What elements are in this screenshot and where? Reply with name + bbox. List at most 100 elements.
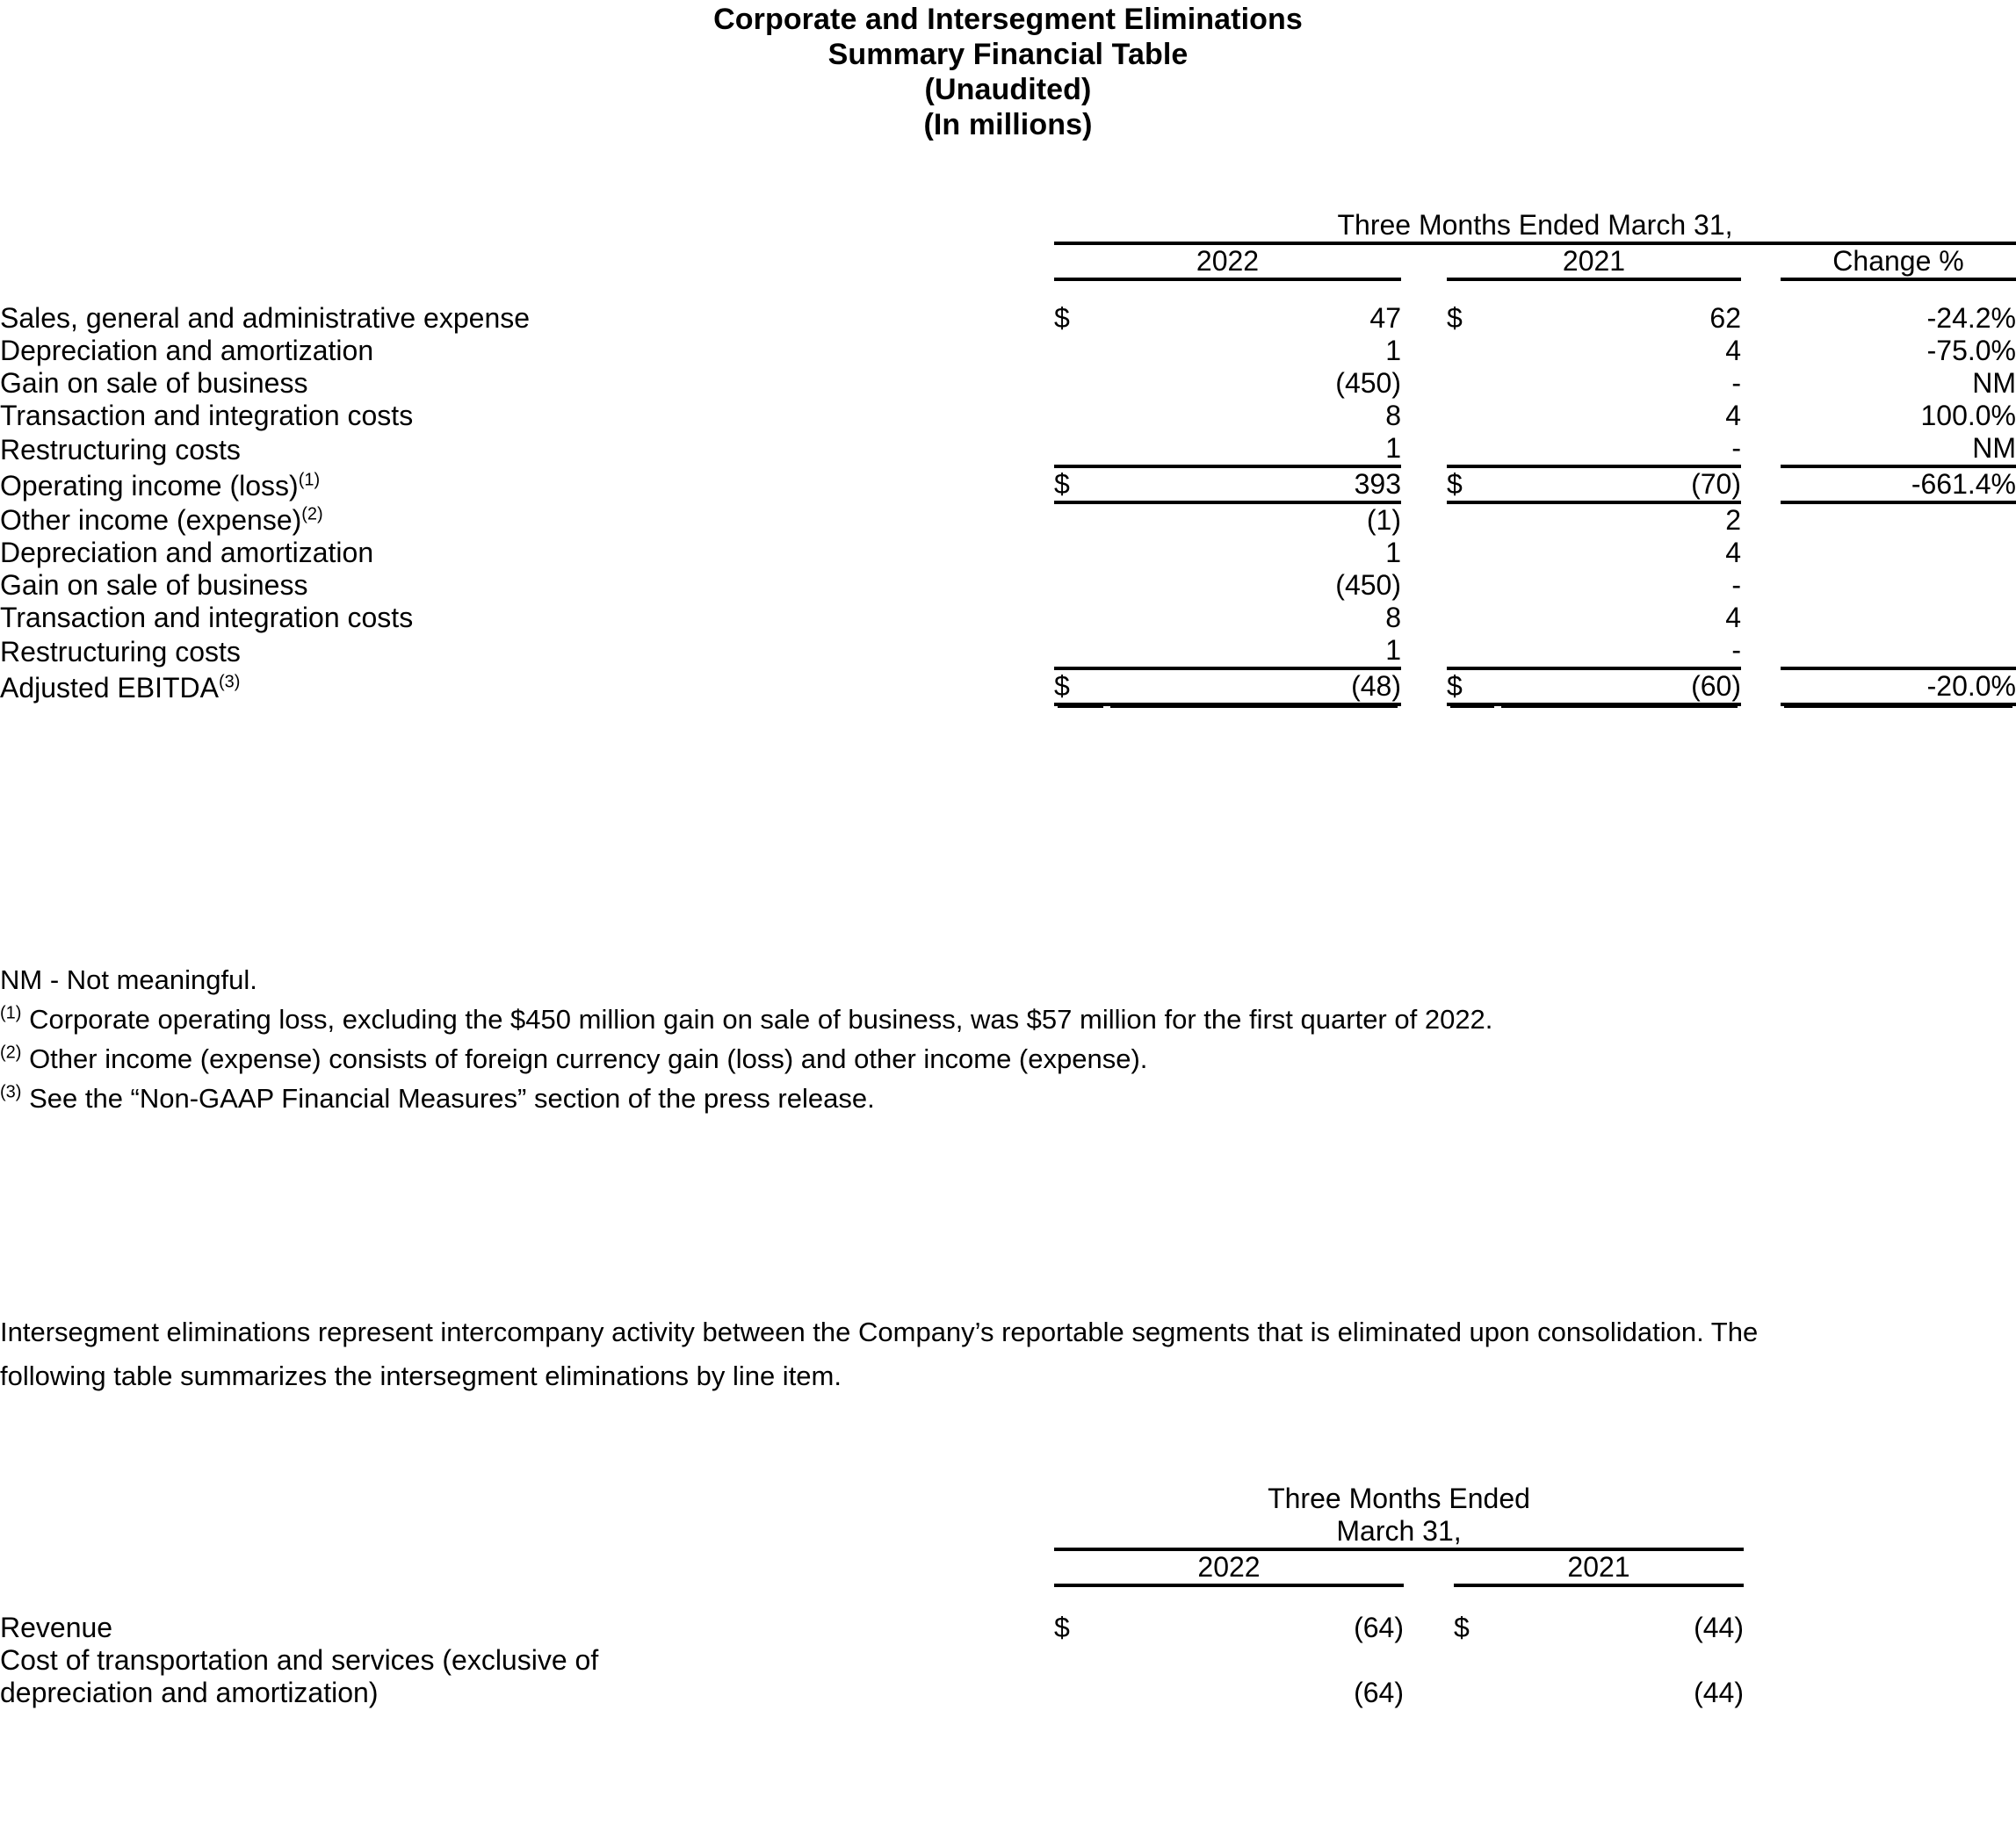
row-value-2022: 1: [1107, 432, 1401, 468]
footnote-2: (2) Other income (expense) consists of f…: [0, 1039, 1976, 1079]
row-value-2021: 4: [1725, 335, 1741, 366]
t2-row-value-2021-blank: [1505, 1644, 1744, 1677]
t2-row-value-2022: (64): [1354, 1612, 1404, 1643]
row-change: [1781, 569, 2016, 602]
row-label-restructuring: Restructuring costs: [0, 434, 241, 466]
table-header-year-row: 2022 2021 Change %: [0, 242, 2016, 281]
row-value-2021: 4: [1725, 537, 1741, 568]
footnote-2-text: Other income (expense) consists of forei…: [21, 1043, 1148, 1074]
total-currency-2022: $: [1054, 668, 1107, 706]
t2-row-currency-2022: $: [1054, 1612, 1070, 1643]
spacer-cell: [0, 279, 2016, 302]
table-row: Depreciation and amortization 1 4 -75.0%: [0, 335, 2016, 367]
row-gap-b: [1741, 367, 1781, 400]
header-col-2022: 2022: [1054, 242, 1401, 281]
row-gap-b: [1741, 537, 1781, 569]
footnote-marker-1: (1): [298, 470, 321, 490]
row-gap-a: [1401, 432, 1447, 466]
t2-row-currency-2022-blank: [1054, 1644, 1107, 1677]
t2-row-value-2021: (44): [1694, 1612, 1744, 1643]
row-value-2022: 1: [1385, 537, 1401, 568]
row-change: -24.2%: [1926, 302, 2016, 334]
row-value-2022: (1): [1366, 504, 1401, 536]
row-label-gain-on-sale: Gain on sale of business: [0, 367, 308, 399]
row-currency-2022: [1054, 537, 1107, 569]
row-gap-a: [1401, 569, 1447, 602]
row-value-2022: 8: [1385, 400, 1401, 431]
title-line-2: Summary Financial Table: [827, 38, 1189, 71]
subtotal-value-2022: 393: [1107, 466, 1401, 504]
row-label-operating-income: Operating income (loss)(1): [0, 466, 1054, 502]
t2-spacer-cell: [0, 1585, 2016, 1612]
row-change: [1781, 634, 2016, 670]
t2-row-tail-2: [1744, 1644, 2016, 1677]
t2-header-gap: [1404, 1548, 1454, 1585]
row-change: [1781, 602, 2016, 634]
document-page: Corporate and Intersegment Eliminations …: [0, 0, 2016, 1826]
footnote-marker-2: (2): [301, 504, 323, 524]
t2-header-tail-3: [1744, 1549, 2016, 1585]
row-currency-2022: [1054, 634, 1107, 670]
header-gap-a: [1401, 242, 1447, 279]
table-row: Gain on sale of business (450) -: [0, 569, 2016, 602]
row-change: [1781, 502, 2016, 537]
row-currency-2021: [1447, 502, 1498, 537]
row-gap-a: [1401, 367, 1447, 400]
row-change: 100.0%: [1920, 400, 2016, 431]
row-gap-b: [1741, 569, 1781, 602]
table-row: Other income (expense)(2) (1) 2: [0, 502, 2016, 537]
row-gap-a: [1401, 502, 1447, 537]
row-change: NM: [1972, 367, 2016, 399]
document-title-block: Corporate and Intersegment Eliminations …: [0, 0, 2016, 142]
footnote-1: (1) Corporate operating loss, excluding …: [0, 1000, 1976, 1039]
table-row: Sales, general and administrative expens…: [0, 302, 2016, 335]
row-value-2021: -: [1498, 634, 1741, 670]
header-period-label: Three Months Ended March 31,: [1337, 209, 1733, 241]
table-row: Restructuring costs 1 - NM: [0, 432, 2016, 468]
t2-row-gap: [1404, 1612, 1454, 1644]
t2-header-period-line1: Three Months Ended: [1268, 1483, 1530, 1514]
subtotal-gap-a: [1401, 466, 1447, 502]
row-currency-2022: [1054, 367, 1107, 400]
row-value-2022: 1: [1107, 634, 1401, 670]
t2-header-spacer-2: [0, 1515, 1054, 1549]
row-value-2022: (450): [1335, 569, 1401, 601]
row-gap-a: [1401, 302, 1447, 335]
footnote-3: (3) See the “Non-GAAP Financial Measures…: [0, 1079, 1976, 1118]
t2-row-currency-2021-b: [1454, 1677, 1505, 1709]
header-bottom-spacer-row: [0, 279, 2016, 302]
t2-header-col-2022: 2022: [1054, 1548, 1404, 1587]
row-value-2022: 1: [1385, 335, 1401, 366]
row-gap-b: [1741, 602, 1781, 634]
row-label-adjusted-ebitda: Adjusted EBITDA(3): [0, 668, 1054, 704]
t2-header-year-row: 2022 2021: [0, 1548, 2016, 1587]
row-label-restructuring-2: Restructuring costs: [0, 636, 241, 668]
row-currency-2022: [1054, 432, 1107, 468]
table-row: Transaction and integration costs 8 4: [0, 602, 2016, 634]
row-value-2021: -: [1731, 367, 1741, 399]
row-gap-b: [1741, 302, 1781, 335]
t2-header-period-line2: March 31,: [1336, 1515, 1462, 1547]
t2-header-col-2021: 2021: [1454, 1548, 1744, 1587]
t2-row-gap-2: [1404, 1644, 1454, 1677]
total-gap-a: [1401, 668, 1447, 704]
t2-header-span-row-1: Three Months Ended: [0, 1483, 2016, 1515]
row-label-sga: Sales, general and administrative expens…: [0, 302, 531, 334]
t2-header-tail-2: [1744, 1515, 2016, 1549]
title-line-3: (Unaudited): [924, 73, 1092, 106]
row-currency-2022: [1054, 569, 1107, 602]
table-row: depreciation and amortization) (64) (44): [0, 1677, 2016, 1709]
table-subtotal-row: Operating income (loss)(1) $ 393 $ (70) …: [0, 466, 2016, 504]
t2-row-value-2022-b: (64): [1354, 1677, 1404, 1708]
row-currency-2021: [1447, 432, 1498, 468]
row-currency-2021: [1447, 569, 1498, 602]
t2-header-bottom-spacer: [0, 1585, 2016, 1612]
row-gap-b: [1741, 634, 1781, 668]
total-value-2021: (60): [1498, 668, 1741, 706]
row-label-other-income: Other income (expense)(2): [0, 502, 1054, 537]
row-label-text: Other income (expense): [0, 504, 302, 536]
row-currency-2022: [1054, 400, 1107, 432]
row-value-2022: 8: [1385, 602, 1401, 633]
subtotal-value-2021: (70): [1498, 466, 1741, 504]
row-gap-b: [1741, 502, 1781, 537]
